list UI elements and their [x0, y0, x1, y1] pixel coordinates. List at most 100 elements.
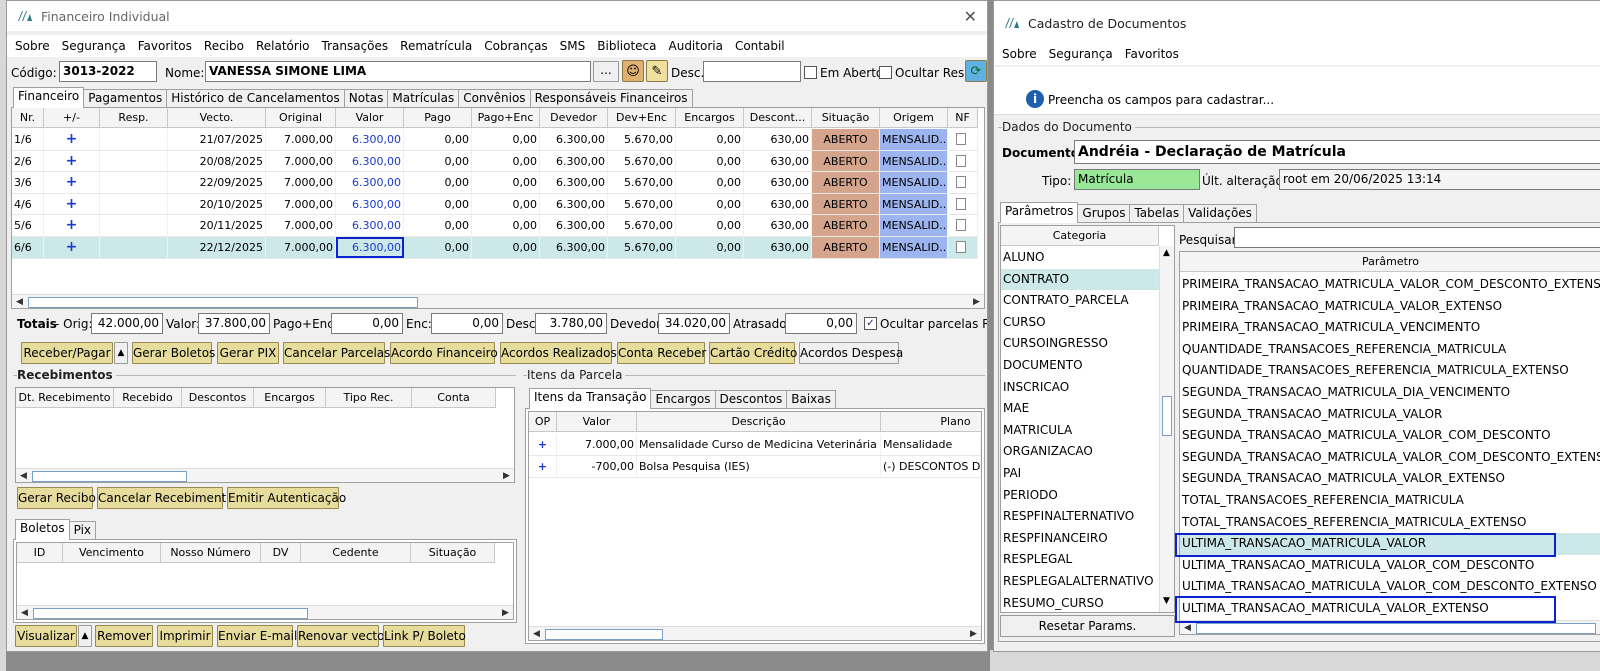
menu-biblioteca[interactable]: Biblioteca: [597, 39, 656, 53]
gerar-recibo-button[interactable]: Gerar Recibo: [17, 487, 96, 509]
resetar-params-button[interactable]: Resetar Params.: [1000, 615, 1175, 637]
col-dev-enc[interactable]: Dev+Enc: [608, 108, 676, 127]
scroll-right-icon[interactable]: ▶: [969, 295, 984, 308]
tab-tabelas[interactable]: Tabelas: [1129, 204, 1185, 223]
menu-favoritos[interactable]: Favoritos: [1125, 47, 1179, 61]
scroll-thumb[interactable]: [28, 297, 418, 308]
tab-historico-cancelamentos[interactable]: Histórico de Cancelamentos: [166, 89, 345, 108]
nf-checkbox[interactable]: [948, 129, 978, 150]
menu-favoritos[interactable]: Favoritos: [138, 39, 192, 53]
categoria-item[interactable]: MATRICULA: [1001, 420, 1159, 442]
menu-sobre[interactable]: Sobre: [15, 39, 50, 53]
col-plus-minus[interactable]: +/-: [44, 108, 100, 127]
col-devedor[interactable]: Devedor: [540, 108, 608, 127]
categoria-vscrollbar[interactable]: ▲ ▼: [1159, 246, 1174, 612]
expand-plus-icon[interactable]: +: [44, 215, 100, 236]
categoria-item[interactable]: CURSO: [1001, 312, 1159, 334]
parcela-row[interactable]: 1/6 +21/07/2025 7.000,00 6.300,00 0,00 0,00 6.…: [12, 129, 978, 151]
scroll-thumb[interactable]: [32, 471, 187, 482]
nf-checkbox[interactable]: [948, 237, 978, 258]
tab-baixas[interactable]: Baixas: [786, 390, 836, 409]
parcela-row[interactable]: 2/6 +20/08/2025 7.000,00 6.300,00 0,00 0,00 6.…: [12, 150, 978, 173]
item-row[interactable]: + -700,00 Bolsa Pesquisa (IES) (-) DESCO…: [529, 456, 981, 478]
enviar-email-button[interactable]: Enviar E-mail: [217, 625, 297, 647]
ocultar-resp-checkbox[interactable]: [879, 66, 892, 79]
item-row[interactable]: + 7.000,00 Mensalidade Curso de Medicina…: [529, 434, 981, 456]
menu-recibo[interactable]: Recibo: [204, 39, 244, 53]
scroll-thumb[interactable]: [1162, 396, 1172, 436]
scroll-up-icon[interactable]: ▲: [1163, 248, 1170, 258]
col-nr[interactable]: Nr.: [12, 108, 44, 127]
menu-transacoes[interactable]: Transações: [322, 39, 389, 53]
menu-relatorio[interactable]: Relatório: [256, 39, 310, 53]
recebimentos-hscrollbar[interactable]: ◀ ▶: [16, 468, 514, 482]
tab-parametros[interactable]: Parâmetros: [1000, 202, 1079, 223]
tab-grupos[interactable]: Grupos: [1077, 204, 1131, 223]
tab-validacoes[interactable]: Validações: [1183, 204, 1257, 223]
pesquisar-input[interactable]: [1234, 227, 1600, 248]
nome-field[interactable]: VANESSA SIMONE LIMA: [205, 61, 591, 82]
documento-field[interactable]: Andréia - Declaração de Matrícula: [1074, 140, 1600, 164]
parametro-item[interactable]: PRIMEIRA_TRANSACAO_MATRICULA_VALOR_COM_D…: [1180, 274, 1600, 296]
categoria-item[interactable]: RESPFINALTERNATIVO: [1001, 506, 1159, 528]
emitir-autenticacao-button[interactable]: Emitir Autenticação: [227, 487, 346, 509]
parametro-item[interactable]: SEGUNDA_TRANSACAO_MATRICULA_DIA_VENCIMEN…: [1180, 382, 1600, 404]
col-resp[interactable]: Resp.: [100, 108, 168, 127]
menu-sobre[interactable]: Sobre: [1002, 47, 1037, 61]
menu-rematricula[interactable]: Rematrícula: [400, 39, 472, 53]
link-boleto-button[interactable]: Link P/ Boleto: [383, 625, 466, 647]
categoria-item[interactable]: RESPLEGALALTERNATIVO: [1001, 571, 1159, 593]
scroll-right-icon[interactable]: ▶: [966, 627, 981, 640]
col-valor[interactable]: Valor: [336, 108, 404, 127]
col-vecto[interactable]: Vecto.: [168, 108, 266, 127]
parametro-item[interactable]: TOTAL_TRANSACOES_REFERENCIA_MATRICULA_EX…: [1180, 512, 1600, 534]
categoria-item[interactable]: CURSOINGRESSO: [1001, 333, 1159, 355]
gerar-boletos-button[interactable]: Gerar Boletos: [132, 342, 215, 364]
acordos-realizados-button[interactable]: Acordos Realizados: [500, 342, 617, 364]
gerar-pix-button[interactable]: Gerar PIX: [217, 342, 279, 364]
categoria-item[interactable]: RESPFINANCEIRO: [1001, 528, 1159, 550]
scroll-thumb[interactable]: [545, 629, 663, 640]
categoria-item[interactable]: PERIODO: [1001, 485, 1159, 507]
col-original[interactable]: Original: [266, 108, 336, 127]
scroll-right-icon[interactable]: ▶: [499, 469, 514, 482]
tab-notas[interactable]: Notas: [343, 89, 389, 108]
scroll-left-icon[interactable]: ◀: [529, 627, 544, 640]
edit-note-icon[interactable]: ✎: [646, 60, 668, 82]
student-icon[interactable]: ☺: [622, 60, 644, 82]
menu-auditoria[interactable]: Auditoria: [669, 39, 723, 53]
categoria-item[interactable]: ALUNO: [1001, 247, 1159, 269]
parcela-row[interactable]: 6/6 +22/12/2025 7.000,00 6.300,00 0,00 0,00 6.…: [12, 237, 978, 259]
boletos-hscrollbar[interactable]: ◀ ▶: [17, 605, 513, 619]
acordos-despesa-button[interactable]: Acordos Despesa: [799, 342, 903, 364]
tab-descontos[interactable]: Descontos: [714, 390, 788, 409]
col-pago[interactable]: Pago: [404, 108, 472, 127]
tab-convenios[interactable]: Convênios: [458, 89, 531, 108]
visualizar-dropdown-icon[interactable]: ▲: [78, 625, 92, 647]
scroll-thumb[interactable]: [33, 608, 308, 619]
expand-plus-icon[interactable]: +: [44, 237, 100, 258]
categoria-item[interactable]: CONTRATO_PARCELA: [1001, 290, 1159, 312]
expand-plus-icon[interactable]: +: [44, 129, 100, 150]
tab-boletos[interactable]: Boletos: [15, 519, 70, 540]
tipo-field[interactable]: Matrícula: [1074, 169, 1200, 190]
parametro-item[interactable]: ULTIMA_TRANSACAO_MATRICULA_VALOR_COM_DES…: [1180, 555, 1600, 577]
categoria-item[interactable]: DOCUMENTO: [1001, 355, 1159, 377]
nf-checkbox[interactable]: [948, 150, 978, 172]
receber-dropdown-icon[interactable]: ▲: [114, 342, 128, 364]
menu-seguranca[interactable]: Segurança: [62, 39, 126, 53]
categoria-item[interactable]: ORGANIZACAO: [1001, 441, 1159, 463]
search-dots-button[interactable]: ...: [593, 61, 619, 82]
itens-hscrollbar[interactable]: ◀ ▶: [529, 626, 981, 640]
col-situacao[interactable]: Situação: [812, 108, 880, 127]
menu-cobrancas[interactable]: Cobranças: [484, 39, 547, 53]
parcela-row[interactable]: 4/6 +20/10/2025 7.000,00 6.300,00 0,00 0,00 6.…: [12, 193, 978, 216]
parametro-item[interactable]: PRIMEIRA_TRANSACAO_MATRICULA_VENCIMENTO: [1180, 317, 1600, 339]
cancelar-parcelas-button[interactable]: Cancelar Parcelas: [283, 342, 390, 364]
tab-matriculas[interactable]: Matrículas: [387, 89, 460, 108]
col-encargos[interactable]: Encargos: [676, 108, 744, 127]
menu-contabil[interactable]: Contabil: [735, 39, 785, 53]
tab-pix[interactable]: Pix: [68, 521, 97, 540]
scroll-thumb[interactable]: [1196, 623, 1596, 634]
categoria-item[interactable]: INSCRICAO: [1001, 377, 1159, 399]
